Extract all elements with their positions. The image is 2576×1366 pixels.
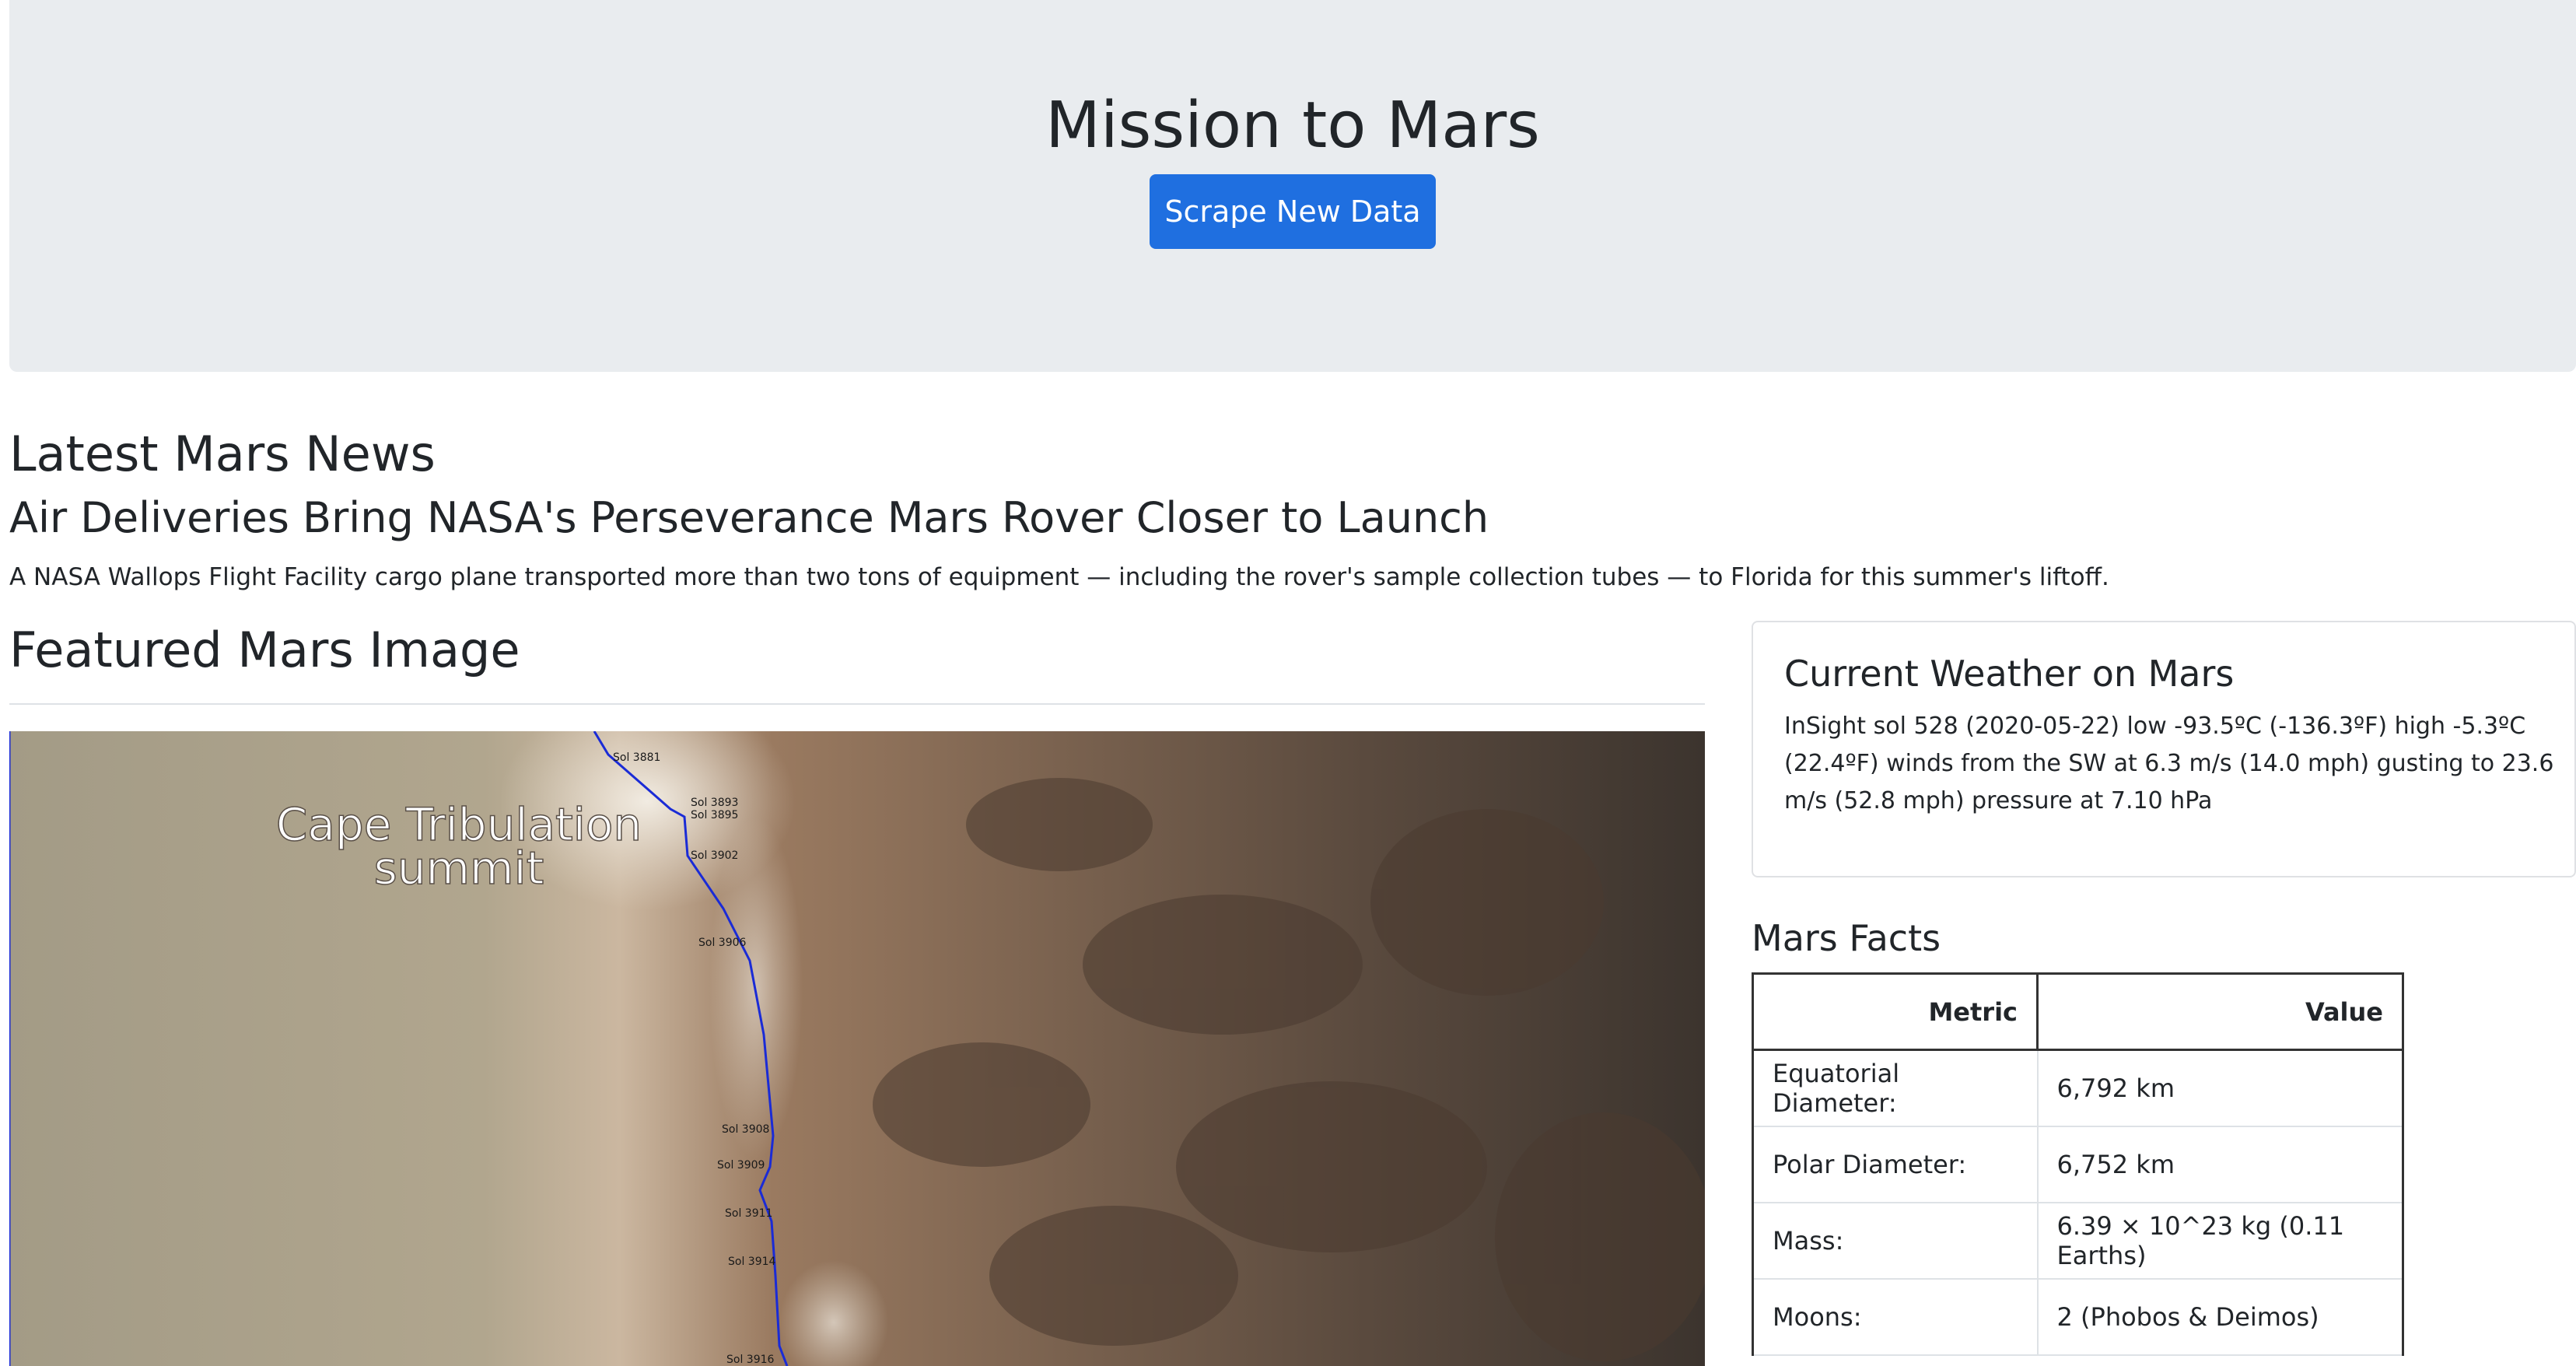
image-caption-line2: summit <box>374 842 544 895</box>
table-row: Equatorial Diameter: 6,792 km <box>1752 1049 2404 1127</box>
news-title: Air Deliveries Bring NASA's Perseverance… <box>9 493 1489 542</box>
featured-divider <box>9 703 1705 705</box>
sol-label: Sol 3911 <box>725 1207 772 1220</box>
page-title: Mission to Mars <box>1045 89 1540 163</box>
sol-label: Sol 3893 <box>691 797 738 809</box>
table-header-row: Metric Value <box>1752 972 2404 1051</box>
metric-cell: Moons: <box>1752 1277 2039 1356</box>
table-row: Polar Diameter: 6,752 km <box>1752 1125 2404 1203</box>
mars-facts-heading: Mars Facts <box>1752 917 1941 959</box>
sol-label: Sol 3916 <box>726 1354 775 1366</box>
sol-label: Sol 3914 <box>728 1256 776 1268</box>
column-header-value: Value <box>2036 972 2404 1051</box>
sol-label: Sol 3881 <box>613 751 660 764</box>
value-cell: 6,752 km <box>2036 1125 2404 1203</box>
sol-label: Sol 3908 <box>722 1123 769 1136</box>
weather-heading: Current Weather on Mars <box>1784 653 2235 695</box>
table-row: Mass: 6.39 × 10^23 kg (0.11 Earths) <box>1752 1201 2404 1280</box>
sol-label: Sol 3895 <box>691 809 738 821</box>
weather-card: Current Weather on Mars InSight sol 528 … <box>1752 621 2576 877</box>
table-row: Moons: 2 (Phobos & Deimos) <box>1752 1277 2404 1356</box>
news-teaser: A NASA Wallops Flight Facility cargo pla… <box>9 563 2109 591</box>
value-cell: 6.39 × 10^23 kg (0.11 Earths) <box>2036 1201 2404 1280</box>
metric-cell: Equatorial Diameter: <box>1752 1049 2039 1127</box>
featured-image-heading: Featured Mars Image <box>9 622 520 678</box>
column-header-metric: Metric <box>1752 972 2039 1051</box>
value-cell: 2 (Phobos & Deimos) <box>2036 1277 2404 1356</box>
mars-facts-table: Metric Value Equatorial Diameter: 6,792 … <box>1752 972 2404 1356</box>
sol-label: Sol 3902 <box>691 849 738 862</box>
sol-label: Sol 3909 <box>717 1159 765 1172</box>
weather-text: InSight sol 528 (2020-05-22) low -93.5ºC… <box>1784 713 2554 814</box>
metric-cell: Polar Diameter: <box>1752 1125 2039 1203</box>
metric-cell: Mass: <box>1752 1201 2039 1280</box>
value-cell: 6,792 km <box>2036 1049 2404 1127</box>
sol-label: Sol 3906 <box>698 937 747 949</box>
jumbotron-header: Mission to Mars Scrape New Data <box>9 0 2576 372</box>
latest-news-heading: Latest Mars News <box>9 426 436 482</box>
scrape-new-data-button[interactable]: Scrape New Data <box>1150 174 1436 249</box>
featured-mars-image: Sol 3881 Sol 3893 Sol 3895 Sol 3902 Sol … <box>9 731 1705 1366</box>
